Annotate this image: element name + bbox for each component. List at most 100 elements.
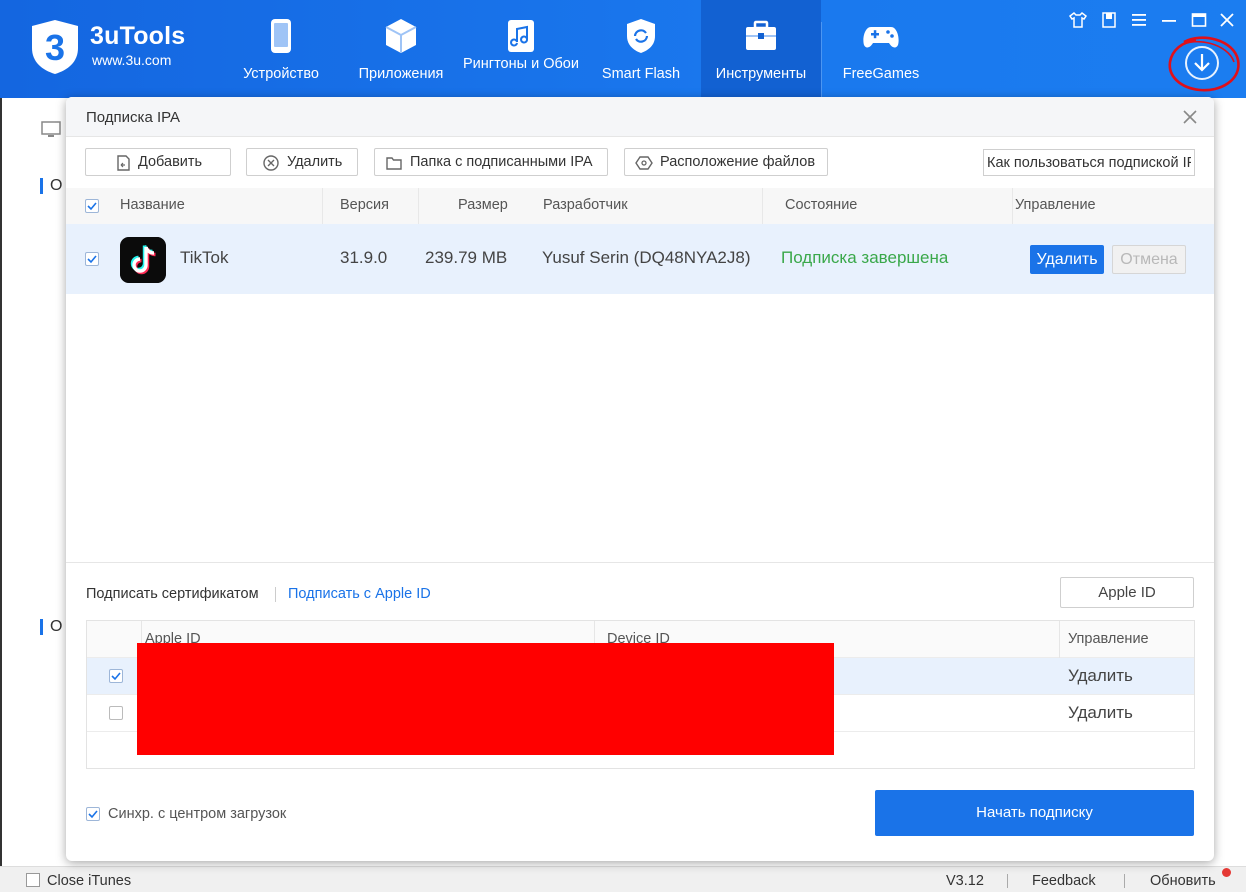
pin-window-icon[interactable] xyxy=(1099,10,1119,30)
sync-checkbox[interactable] xyxy=(86,807,100,821)
delete-button-label: Удалить xyxy=(287,154,343,170)
section-divider xyxy=(66,562,1214,563)
phone-icon xyxy=(271,19,291,53)
signed-folder-button[interactable]: Папка с подписанными IPA xyxy=(374,148,608,176)
ipa-table-header: Название Версия Размер Разработчик Состо… xyxy=(66,188,1214,224)
column-size: Размер xyxy=(458,197,508,213)
column-separator xyxy=(1059,621,1060,658)
shield-refresh-icon xyxy=(627,19,655,53)
close-window-icon[interactable] xyxy=(1217,10,1237,30)
close-icon[interactable] xyxy=(1180,107,1200,127)
background-section-text: О xyxy=(50,177,63,194)
app-header: 3 3uTools www.3u.com Устройство Приложен… xyxy=(0,0,1246,98)
ipa-sign-dialog: Подписка IPA Добавить Удалить Папка с по… xyxy=(66,97,1214,861)
toolbox-icon xyxy=(746,20,776,50)
app-size: 239.79 MB xyxy=(425,248,508,267)
row-checkbox[interactable] xyxy=(85,252,99,266)
add-file-icon xyxy=(117,155,130,171)
file-location-label: Расположение файлов xyxy=(660,154,816,170)
how-to-sign-input[interactable] xyxy=(983,149,1195,176)
close-itunes-label[interactable]: Close iTunes xyxy=(47,873,131,889)
status-separator xyxy=(1124,874,1125,888)
monitor-icon xyxy=(41,121,61,137)
row-checkbox[interactable] xyxy=(109,706,123,720)
section-marker xyxy=(40,178,43,194)
nav-freegames[interactable]: FreeGames xyxy=(821,0,941,98)
delete-button[interactable]: Удалить xyxy=(246,148,358,176)
nav-tools[interactable]: Инструменты xyxy=(701,0,821,98)
sign-status: Подписка завершена xyxy=(781,248,949,267)
nav-ringtones[interactable]: Рингтоны и Обои xyxy=(461,0,581,98)
sync-label: Синхр. с центром загрузок xyxy=(108,806,287,822)
app-name: 3uTools xyxy=(90,22,186,50)
close-itunes-checkbox[interactable] xyxy=(26,873,40,887)
skin-shirt-icon[interactable] xyxy=(1068,10,1088,30)
add-apple-id-button[interactable]: Apple ID xyxy=(1060,577,1194,608)
3utools-logo-icon: 3 xyxy=(32,20,78,74)
check-icon xyxy=(87,255,97,264)
nav-smart-flash-label: Smart Flash xyxy=(601,66,681,82)
feedback-link[interactable]: Feedback xyxy=(1032,873,1096,889)
row-delete-button[interactable]: Удалить xyxy=(1030,245,1104,274)
tiktok-app-icon xyxy=(120,237,166,283)
menu-icon[interactable] xyxy=(1129,10,1149,30)
maximize-icon[interactable] xyxy=(1189,10,1209,30)
location-hexagon-icon xyxy=(635,156,653,170)
column-name: Название xyxy=(120,197,185,213)
tab-separator xyxy=(275,587,276,602)
add-button-label: Добавить xyxy=(138,154,203,170)
column-manage: Управление xyxy=(1015,197,1096,213)
dialog-titlebar: Подписка IPA xyxy=(66,97,1214,137)
apple-id-delete-link[interactable]: Удалить xyxy=(1068,703,1133,723)
folder-icon xyxy=(386,157,402,170)
dialog-title: Подписка IPA xyxy=(86,109,181,126)
column-manage: Управление xyxy=(1068,631,1149,647)
status-bar: Close iTunes V3.12 Feedback Обновить xyxy=(0,866,1246,892)
nav-device[interactable]: Устройство xyxy=(221,0,341,98)
nav-tools-label: Инструменты xyxy=(715,66,807,82)
app-developer: Yusuf Serin (DQ48NYA2J8) xyxy=(542,248,751,267)
column-status: Состояние xyxy=(785,197,858,213)
nav-freegames-label: FreeGames xyxy=(842,66,920,82)
column-separator xyxy=(418,188,419,224)
column-separator xyxy=(322,188,323,224)
app-name: TikTok xyxy=(180,248,229,267)
update-notification-dot xyxy=(1222,868,1231,877)
app-website: www.3u.com xyxy=(92,52,172,68)
file-location-button[interactable]: Расположение файлов xyxy=(624,148,828,176)
add-button[interactable]: Добавить xyxy=(85,148,231,176)
check-icon xyxy=(87,202,97,211)
red-circle-annotation xyxy=(1168,36,1240,92)
window-edge xyxy=(0,98,2,868)
nav-device-label: Устройство xyxy=(243,66,319,82)
nav-apps[interactable]: Приложения xyxy=(341,0,461,98)
column-version: Версия xyxy=(340,197,390,213)
check-icon xyxy=(88,810,98,819)
nav-smart-flash[interactable]: Smart Flash xyxy=(581,0,701,98)
column-separator xyxy=(762,188,763,224)
version-label: V3.12 xyxy=(946,873,984,889)
status-separator xyxy=(1007,874,1008,888)
nav-apps-label: Приложения xyxy=(358,66,444,82)
svg-text:3: 3 xyxy=(45,27,65,68)
start-signing-button[interactable]: Начать подписку xyxy=(875,790,1194,836)
update-link[interactable]: Обновить xyxy=(1150,873,1216,889)
tab-sign-apple-id[interactable]: Подписать с Apple ID xyxy=(288,586,431,602)
select-all-checkbox[interactable] xyxy=(85,199,99,213)
column-separator xyxy=(1012,188,1013,224)
row-cancel-button[interactable]: Отмена xyxy=(1112,245,1186,274)
row-checkbox[interactable] xyxy=(109,669,123,683)
cube-icon xyxy=(385,19,417,53)
background-section-text: О xyxy=(50,618,63,635)
minimize-icon[interactable] xyxy=(1159,10,1179,30)
tab-sign-certificate[interactable]: Подписать сертификатом xyxy=(86,586,259,602)
app-version: 31.9.0 xyxy=(340,248,388,267)
nav-ringtones-label: Рингтоны и Обои xyxy=(463,56,579,72)
redaction-block xyxy=(137,643,834,755)
signed-folder-label: Папка с подписанными IPA xyxy=(410,154,593,170)
gamepad-icon xyxy=(863,27,899,48)
table-row[interactable]: TikTok 31.9.0 239.79 MB Yusuf Serin (DQ4… xyxy=(66,224,1214,294)
check-icon xyxy=(111,672,121,681)
section-marker xyxy=(40,619,43,635)
apple-id-delete-link[interactable]: Удалить xyxy=(1068,666,1133,686)
